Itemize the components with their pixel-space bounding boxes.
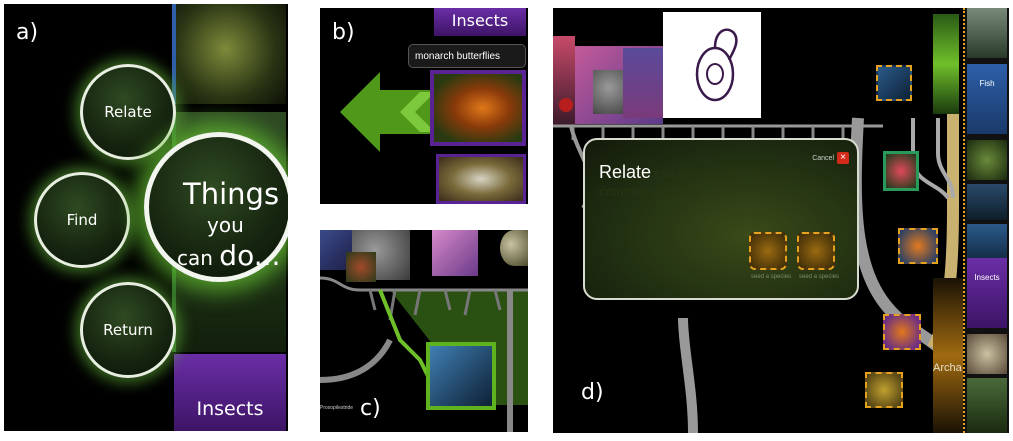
photo-thumb-butterfly-d[interactable] [883, 314, 921, 350]
photo-thumb-col-6[interactable] [967, 378, 1007, 433]
fish-tab[interactable]: Fish [967, 64, 1007, 134]
tree-branches [320, 276, 528, 432]
photo-thumb-monarch-butterfly[interactable] [430, 70, 526, 146]
return-button[interactable]: Return [80, 282, 176, 378]
hub-line-2: you [207, 213, 244, 237]
photo-thumb-white-butterfly[interactable] [436, 154, 526, 204]
highlight-glow [933, 14, 959, 114]
insects-tab-d[interactable]: Insects [967, 258, 1007, 328]
relate-dialog: Relate two species and find their common… [583, 138, 859, 300]
seed-slot-a[interactable] [749, 232, 787, 270]
seed-slot-a-label: seed a species [751, 274, 792, 280]
relate-label: Relate [104, 103, 152, 121]
photo-thumb-col-3[interactable] [967, 184, 1007, 220]
return-label: Return [103, 321, 153, 339]
find-button[interactable]: Find [34, 172, 130, 268]
photo-thumb-frog[interactable] [172, 4, 286, 104]
cancel-button[interactable]: Cancel × [812, 152, 849, 164]
tiny-species-label: Prosopilestride [320, 405, 354, 411]
hub-line-3: can do... [177, 239, 280, 272]
orange-glow [933, 278, 963, 433]
find-label: Find [66, 211, 98, 229]
panel-a: Insects Relate Find Return Things you ca… [4, 4, 288, 431]
relate-button[interactable]: Relate [80, 64, 176, 160]
photo-thumb-bee[interactable] [865, 372, 903, 408]
panel-c: Prosopilestride c) [320, 230, 528, 432]
insects-tab-label: Insects [451, 11, 509, 30]
photo-thumb-sea-lion[interactable] [426, 342, 496, 410]
photo-thumb-col-2[interactable] [967, 140, 1007, 180]
panel-label-b: b) [332, 20, 355, 45]
hub-line-3a: can [177, 246, 220, 270]
photo-thumb-flamingo[interactable] [883, 151, 919, 191]
panel-label-a: a) [16, 20, 39, 45]
panel-d: Fish Insects Archa Relate two species an… [553, 8, 1009, 433]
panel-label-c: c) [360, 396, 381, 421]
side-text-archa: Archa [933, 362, 962, 374]
insects-tab[interactable]: Insects [434, 8, 526, 36]
dialog-title: Relate [599, 162, 652, 182]
photo-thumb-col-1[interactable] [967, 8, 1007, 58]
panel-label-d: d) [581, 380, 604, 405]
insects-tab-label: Insects [196, 398, 264, 420]
insects-tab[interactable]: Insects [174, 354, 286, 431]
hub-line-3b: do... [219, 239, 281, 272]
panel-b: Insects monarch butterflies b) [320, 8, 528, 204]
cancel-label: Cancel [812, 154, 834, 162]
hub-line-1: Things [183, 177, 280, 211]
fish-tab-label: Fish [979, 79, 995, 88]
photo-thumb-col-5[interactable] [967, 334, 1007, 374]
species-tooltip: monarch butterflies [408, 44, 526, 68]
insects-tab-d-label: Insects [974, 273, 1000, 282]
dialog-title-line: Relate two species and find their common… [599, 162, 849, 201]
tooltip-text: monarch butterflies [415, 51, 501, 62]
photo-thumb-blue-fish[interactable] [876, 65, 912, 101]
photo-thumb-clownfish[interactable] [898, 228, 938, 264]
seed-slot-b-label: seed a species [799, 274, 840, 280]
seed-slot-b[interactable] [797, 232, 835, 270]
close-icon[interactable]: × [837, 152, 849, 164]
things-you-can-do-hub[interactable]: Things you can do... [144, 132, 288, 282]
